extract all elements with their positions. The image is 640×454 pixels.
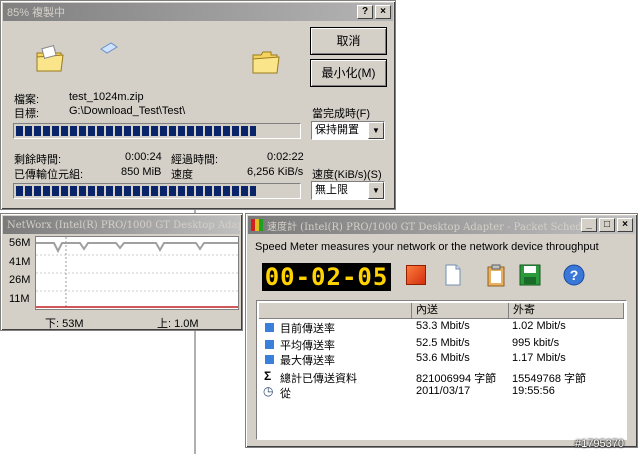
table-row-out: 15549768 字節 xyxy=(512,373,586,385)
table-row-label: 最大傳送率 xyxy=(280,355,335,367)
speed-limit-label: 速度(KiB/s)(S) xyxy=(312,169,382,181)
y-label-56m: 56M xyxy=(9,237,31,249)
help-button[interactable]: ? xyxy=(357,5,373,19)
new-document-icon[interactable] xyxy=(441,263,465,287)
speed-meter-titlebar[interactable]: 速度計 (Intel(R) PRO/1000 GT Desktop Adapte… xyxy=(248,216,635,234)
table-row-in: 53.3 Mbit/s xyxy=(416,320,470,332)
remaining-label: 剩餘時間: xyxy=(14,154,62,166)
save-icon[interactable] xyxy=(518,263,542,287)
y-label-26m: 26M xyxy=(9,274,31,286)
source-folder-icon xyxy=(36,45,64,72)
speed-meter-title: 速度計 (Intel(R) PRO/1000 GT Desktop Adapte… xyxy=(267,221,581,233)
transferred-label: 已傳輸位元組: xyxy=(14,169,84,181)
y-label-41m: 41M xyxy=(9,256,31,268)
table-row-label: 總計已傳送資料 xyxy=(280,373,357,385)
flying-file-icon xyxy=(100,42,118,54)
upload-rate: 上: 1.0M xyxy=(157,318,199,330)
stop-icon[interactable] xyxy=(404,263,428,287)
transferred-value: 850 MiB xyxy=(121,166,162,178)
on-complete-label: 當完成時(F) xyxy=(312,108,371,120)
speed-limit-value: 無上限 xyxy=(315,184,348,196)
elapsed-timer-display: 00-02-05 xyxy=(262,263,391,291)
sigma-icon: Σ xyxy=(264,369,272,383)
total-progress-fill xyxy=(16,186,256,196)
clock-icon: ◷ xyxy=(263,384,274,398)
table-row-in: 2011/03/17 xyxy=(416,385,471,397)
destination-value: G:\Download_Test\Test\ xyxy=(69,105,186,117)
download-rate: 下: 53M xyxy=(45,318,84,330)
destination-folder-icon xyxy=(252,51,280,74)
copy-dialog: 85% 複製中 ? × 取消 最小化(M) 檔案: test_1024m.zip… xyxy=(0,0,396,210)
copy-dialog-title: 85% 複製中 xyxy=(7,7,66,19)
cancel-button[interactable]: 取消 xyxy=(310,27,387,55)
maximize-window-button[interactable]: □ xyxy=(599,218,615,232)
rate-bullet-icon xyxy=(265,355,274,364)
minimize-button[interactable]: 最小化(M) xyxy=(310,59,387,87)
minimize-window-button[interactable]: _ xyxy=(581,218,597,232)
traffic-graph xyxy=(35,236,239,310)
networx-title: NetWorx (Intel(R) PRO/1000 GT Desktop Ad… xyxy=(7,219,240,231)
file-value: test_1024m.zip xyxy=(69,91,144,103)
traffic-graph-plot xyxy=(36,237,238,309)
svg-text:?: ? xyxy=(570,267,579,283)
column-header-name[interactable] xyxy=(259,303,412,319)
total-progress-bar xyxy=(13,183,301,199)
networx-window: NetWorx (Intel(R) PRO/1000 GT Desktop Ad… xyxy=(0,213,243,331)
rate-bullet-icon xyxy=(265,340,274,349)
table-row-out: 1.02 Mbit/s xyxy=(512,320,566,332)
speed-limit-select[interactable]: 無上限 ▼ xyxy=(311,181,385,200)
speed-meter-subtitle: Speed Meter measures your network or the… xyxy=(255,241,599,253)
table-row-in: 53.6 Mbit/s xyxy=(416,352,470,364)
speed-value: 6,256 KiB/s xyxy=(247,166,304,178)
copy-dialog-titlebar[interactable]: 85% 複製中 ? × xyxy=(3,3,393,21)
table-row-out: 19:55:56 xyxy=(512,385,555,397)
y-label-11m: 11M xyxy=(9,293,30,305)
on-complete-value: 保持開置 xyxy=(315,124,359,136)
table-row-out: 995 kbit/s xyxy=(512,337,560,349)
destination-label: 目標: xyxy=(14,108,40,120)
table-row-in: 821006994 字節 xyxy=(416,373,497,385)
column-header-out[interactable]: 外寄 xyxy=(509,303,624,319)
file-progress-bar xyxy=(13,123,301,139)
on-complete-select[interactable]: 保持開置 ▼ xyxy=(311,121,385,140)
elapsed-value: 0:02:22 xyxy=(267,151,304,163)
elapsed-label: 經過時間: xyxy=(171,154,219,166)
rate-bullet-icon xyxy=(265,323,274,332)
column-header-in[interactable]: 內送 xyxy=(412,303,509,319)
table-row-out: 1.17 Mbit/s xyxy=(512,352,566,364)
remaining-value: 0:00:24 xyxy=(125,151,162,163)
table-row-label: 平均傳送率 xyxy=(280,340,335,352)
table-row-in: 52.5 Mbit/s xyxy=(416,337,470,349)
speed-label: 速度 xyxy=(171,169,193,181)
close-button[interactable]: × xyxy=(375,5,391,19)
close-window-button[interactable]: × xyxy=(617,218,633,232)
clipboard-icon[interactable] xyxy=(484,263,508,287)
help-icon[interactable]: ? xyxy=(562,263,586,287)
chevron-down-icon[interactable]: ▼ xyxy=(368,122,384,139)
chevron-down-icon[interactable]: ▼ xyxy=(368,182,384,199)
speed-meter-app-icon xyxy=(251,219,263,231)
file-progress-fill xyxy=(16,126,256,136)
table-row-label: 從 xyxy=(280,388,291,400)
table-row-label: 目前傳送率 xyxy=(280,323,335,335)
networx-titlebar[interactable]: NetWorx (Intel(R) PRO/1000 GT Desktop Ad… xyxy=(3,216,240,234)
watermark: #1795370 xyxy=(575,438,624,450)
